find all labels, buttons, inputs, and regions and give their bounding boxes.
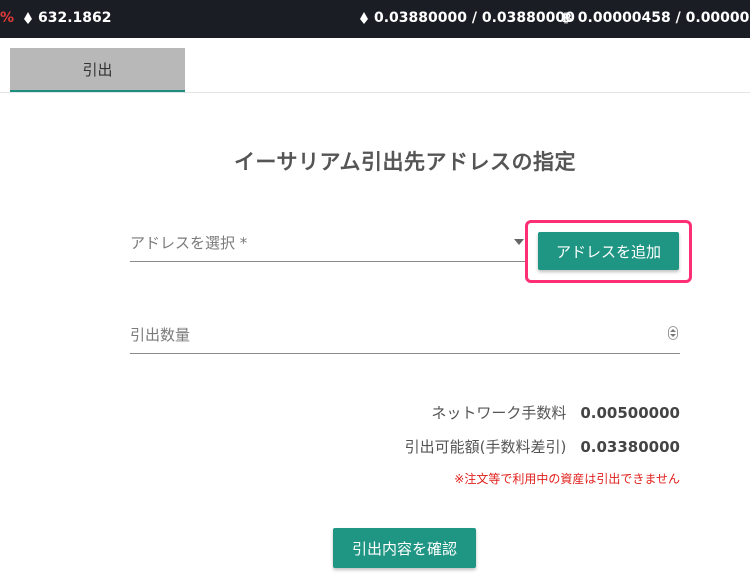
warning-note: ※注文等で利用中の資産は引出できません (454, 472, 680, 486)
ticker-eth-price: 632.1862 (24, 10, 112, 26)
page-title: イーサリアム引出先アドレスの指定 (233, 150, 577, 174)
available-amount-row: 引出可能額(手数料差引) 0.03380000 (405, 436, 680, 457)
price-ticker-bar: % 632.1862 0.03880000 / 0.03880000 ₿ 0.0… (0, 0, 750, 38)
add-address-button[interactable]: アドレスを追加 (538, 232, 679, 270)
withdraw-amount-placeholder: 引出数量 (130, 326, 191, 344)
address-select-placeholder: アドレスを選択 * (130, 234, 248, 252)
ethereum-icon (24, 12, 32, 24)
tab-withdraw[interactable]: 引出 (10, 48, 185, 92)
tab-bar: 引出 (0, 38, 750, 93)
eth-pair-value: 0.03880000 / 0.03880000 (374, 10, 575, 26)
bitcoin-icon: ₿ (562, 11, 572, 25)
eth-price-value: 632.1862 (38, 10, 112, 26)
ticker-btc-pair: ₿ 0.00000458 / 0.00000458 (562, 10, 750, 26)
available-amount-label: 引出可能額(手数料差引) (404, 438, 567, 456)
confirm-withdraw-button[interactable]: 引出内容を確認 (333, 528, 476, 568)
network-fee-row: ネットワーク手数料 0.00500000 (431, 402, 680, 423)
ticker-change-fragment: % (0, 10, 15, 26)
ethereum-icon (360, 12, 368, 24)
ticker-eth-pair: 0.03880000 / 0.03880000 (360, 10, 575, 26)
available-amount-value: 0.03380000 (580, 438, 680, 456)
btc-pair-value: 0.00000458 / 0.00000458 (577, 10, 750, 26)
network-fee-label: ネットワーク手数料 (431, 404, 567, 422)
network-fee-value: 0.00500000 (580, 404, 680, 422)
chevron-down-icon (514, 239, 524, 245)
address-select[interactable]: アドレスを選択 * (130, 226, 526, 262)
withdraw-amount-input[interactable]: 引出数量 (130, 318, 680, 354)
number-stepper-icon[interactable] (668, 326, 678, 340)
